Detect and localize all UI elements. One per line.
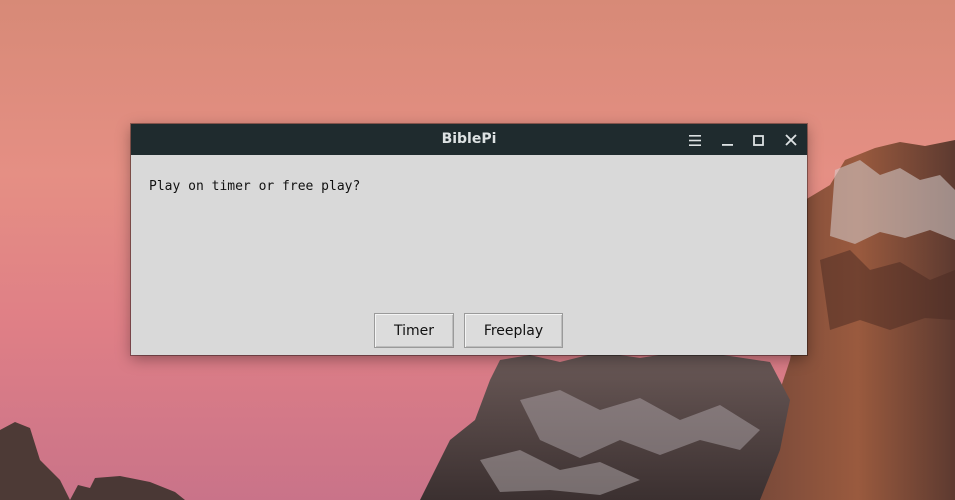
dialog-prompt: Play on timer or free play? [149, 179, 361, 194]
freeplay-button[interactable]: Freeplay [464, 313, 563, 348]
maximize-icon[interactable] [748, 130, 768, 150]
timer-button[interactable]: Timer [374, 313, 454, 348]
close-icon[interactable] [781, 130, 801, 150]
window-titlebar[interactable]: BiblePi [131, 124, 807, 155]
biblepi-window: BiblePi Play on timer or free play? Time… [131, 124, 807, 355]
minimize-icon[interactable] [717, 130, 737, 150]
hamburger-menu-icon[interactable] [685, 130, 705, 150]
dialog-content: Play on timer or free play? Timer Freepl… [131, 155, 807, 355]
window-title: BiblePi [441, 131, 497, 147]
